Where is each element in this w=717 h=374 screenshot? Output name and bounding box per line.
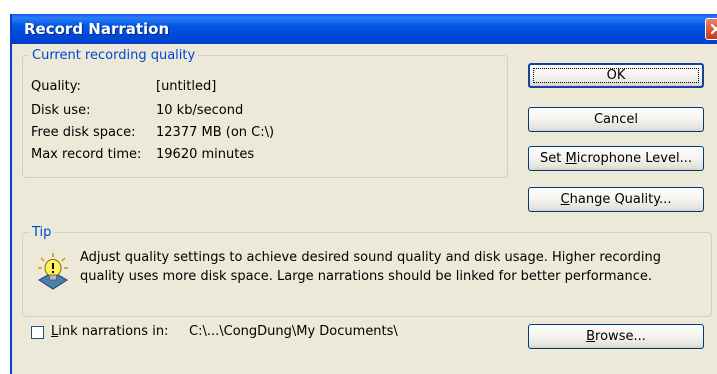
link-narrations-label[interactable]: Link narrations in: bbox=[51, 324, 168, 339]
quality-label-post: hange Quality... bbox=[569, 192, 672, 207]
mic-label-post: icrophone Level... bbox=[576, 151, 692, 166]
link-label-post: ink narrations in: bbox=[58, 324, 169, 339]
title-bar[interactable]: Record Narration bbox=[12, 14, 717, 44]
quality-value: [untitled] bbox=[156, 79, 217, 94]
max-record-value: 19620 minutes bbox=[156, 147, 255, 162]
quality-accelerator-key: C bbox=[560, 192, 570, 207]
cancel-button-label: Cancel bbox=[593, 112, 639, 127]
mic-accelerator-key: M bbox=[565, 151, 577, 166]
browse-accelerator-key: B bbox=[586, 329, 596, 344]
browse-button[interactable]: Browse... bbox=[528, 324, 704, 349]
set-microphone-level-button[interactable]: Set Microphone Level... bbox=[528, 146, 704, 171]
focus-rectangle bbox=[533, 68, 699, 83]
change-quality-button[interactable]: Change Quality... bbox=[528, 187, 704, 212]
browse-label-post: rowse... bbox=[595, 329, 646, 344]
tip-legend: Tip bbox=[32, 225, 52, 240]
current-quality-legend: Current recording quality bbox=[32, 48, 196, 63]
max-record-label: Max record time: bbox=[31, 147, 142, 162]
quality-label: Quality: bbox=[31, 79, 81, 94]
close-button[interactable] bbox=[705, 18, 717, 40]
link-narrations-checkbox[interactable] bbox=[31, 326, 44, 339]
free-disk-label: Free disk space: bbox=[31, 125, 136, 140]
window-title: Record Narration bbox=[24, 20, 170, 38]
mic-label-pre: Set bbox=[539, 151, 566, 166]
disk-use-label: Disk use: bbox=[31, 103, 91, 118]
link-path: C:\...\CongDung\My Documents\ bbox=[189, 324, 398, 339]
lightbulb-icon bbox=[38, 253, 68, 290]
cancel-button[interactable]: Cancel bbox=[528, 107, 704, 132]
free-disk-value: 12377 MB (on C:\) bbox=[156, 125, 275, 140]
current-quality-group: Current recording quality Quality: [unti… bbox=[22, 48, 508, 178]
disk-use-value: 10 kb/second bbox=[156, 103, 244, 118]
ok-button[interactable]: OK bbox=[528, 63, 704, 88]
close-icon bbox=[710, 23, 717, 35]
tip-text: Adjust quality settings to achieve desir… bbox=[80, 250, 661, 284]
